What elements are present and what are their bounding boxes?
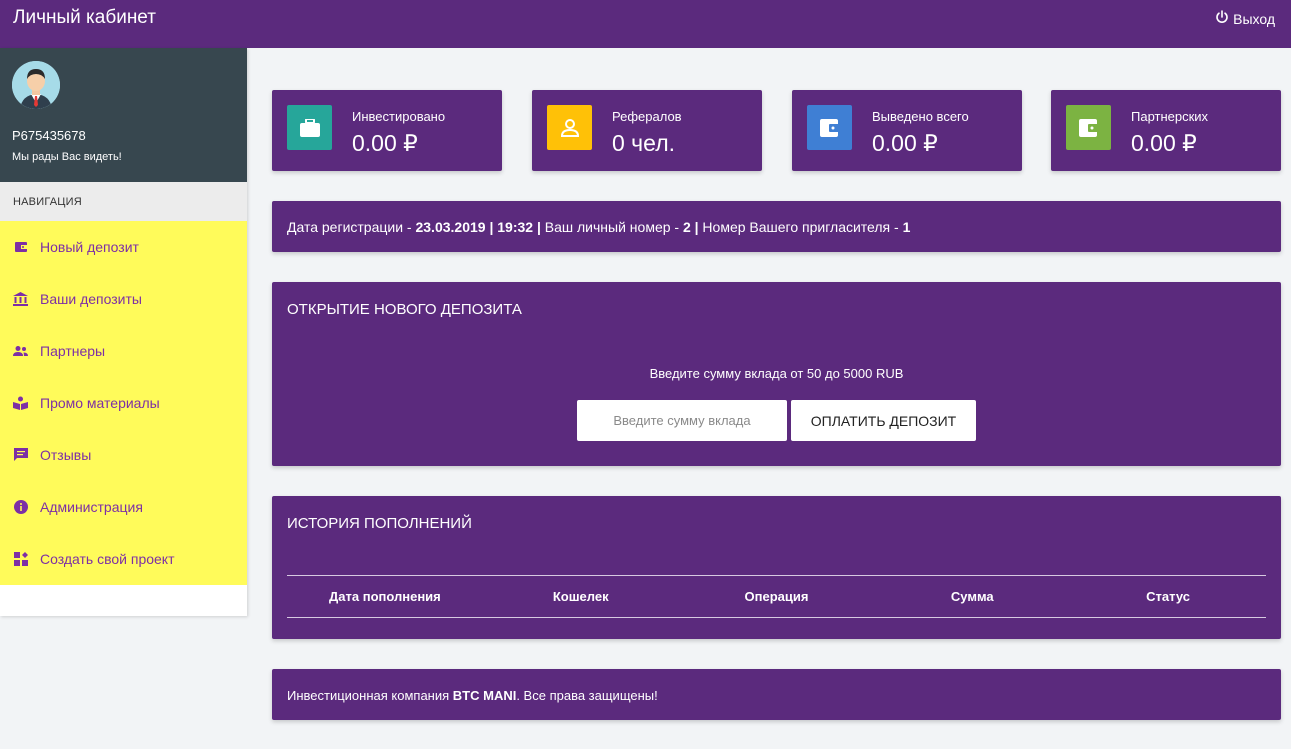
inviter-number-value: 1 — [902, 219, 911, 235]
deposit-hint: Введите сумму вклада от 50 до 5000 RUB — [649, 366, 904, 381]
footer-prefix: Инвестиционная компания — [287, 688, 453, 703]
widgets-icon — [13, 552, 28, 567]
sidebar: P675435678 Мы рады Вас видеть! НАВИГАЦИЯ… — [0, 48, 247, 616]
stat-card-withdrawn: Выведено всего 0.00 ₽ — [792, 90, 1022, 171]
stat-value: 0.00 ₽ — [352, 130, 418, 156]
chat-icon — [13, 448, 28, 463]
person-icon — [547, 105, 592, 150]
sidebar-item-label: Создать свой проект — [40, 551, 175, 567]
stat-card-referrals: Рефералов 0 чел. — [532, 90, 762, 171]
stat-label: Рефералов — [612, 109, 682, 124]
registration-info: Дата регистрации - 23.03.2019 | 19:32 | … — [272, 201, 1281, 252]
sidebar-item-label: Промо материалы — [40, 395, 160, 411]
personal-number-value: 2 | — [682, 219, 699, 235]
footer: Инвестиционная компания BTC MANI. Все пр… — [272, 669, 1281, 720]
deposit-history-card: ИСТОРИЯ ПОПОЛНЕНИЙ Дата пополнения Кошел… — [272, 496, 1281, 639]
personal-number-label: Ваш личный номер - — [540, 219, 683, 235]
stat-value: 0.00 ₽ — [872, 130, 938, 156]
page-title: Личный кабинет — [13, 7, 156, 28]
people-icon — [13, 344, 28, 359]
column-header: Операция — [744, 589, 809, 604]
stat-value: 0 чел. — [612, 130, 676, 156]
column-header: Статус — [1146, 589, 1190, 604]
nav-heading: НАВИГАЦИЯ — [0, 182, 247, 221]
sidebar-item-new-deposit[interactable]: Новый депозит — [0, 221, 247, 273]
sidebar-item-your-deposits[interactable]: Ваши депозиты — [0, 273, 247, 325]
reg-date-label: Дата регистрации - — [287, 219, 416, 235]
wallet-icon — [807, 105, 852, 150]
sidebar-item-label: Ваши депозиты — [40, 291, 142, 307]
stat-label: Инвестировано — [352, 109, 446, 124]
pay-deposit-button[interactable]: ОПЛАТИТЬ ДЕПОЗИТ — [791, 400, 976, 441]
column-header: Кошелек — [552, 589, 609, 604]
history-table-header: Дата пополнения Кошелек Операция Сумма С… — [287, 575, 1266, 618]
info-icon — [13, 500, 28, 515]
welcome-text: Мы рады Вас видеть! — [12, 151, 122, 163]
column-header: Дата пополнения — [329, 589, 441, 604]
card-title: ОТКРЫТИЕ НОВОГО ДЕПОЗИТА — [287, 301, 522, 318]
reg-date-value: 23.03.2019 | 19:32 | — [415, 219, 541, 235]
wallet-icon — [13, 240, 28, 255]
wallet-icon — [1066, 105, 1111, 150]
bank-icon — [13, 292, 28, 307]
inviter-number-label: Номер Вашего пригласителя - — [698, 219, 903, 235]
card-title: ИСТОРИЯ ПОПОЛНЕНИЙ — [287, 515, 472, 532]
new-deposit-card: ОТКРЫТИЕ НОВОГО ДЕПОЗИТА Введите сумму в… — [272, 282, 1281, 466]
stat-label: Партнерских — [1131, 109, 1209, 124]
logout-label: Выход — [1233, 10, 1275, 27]
sidebar-item-administration[interactable]: Администрация — [0, 481, 247, 533]
sidebar-item-label: Администрация — [40, 499, 143, 515]
sidebar-item-label: Партнеры — [40, 343, 106, 359]
stat-card-invested: Инвестировано 0.00 ₽ — [272, 90, 502, 171]
sidebar-item-partners[interactable]: Партнеры — [0, 325, 247, 377]
sidebar-item-reviews[interactable]: Отзывы — [0, 429, 247, 481]
book-icon — [13, 396, 28, 411]
logout-button[interactable]: Выход — [1215, 10, 1275, 27]
sidebar-item-label: Отзывы — [40, 447, 92, 463]
deposit-amount-input[interactable] — [577, 400, 787, 441]
avatar — [12, 61, 60, 109]
sidebar-nav: Новый депозит Ваши депозиты Партнеры Про… — [0, 221, 247, 585]
footer-suffix: . Все права защищены! — [516, 688, 658, 703]
stat-card-partner: Партнерских 0.00 ₽ — [1051, 90, 1281, 171]
stat-label: Выведено всего — [872, 109, 969, 124]
top-bar: Личный кабинет Выход — [0, 0, 1291, 48]
sidebar-item-create-project[interactable]: Создать свой проект — [0, 533, 247, 585]
briefcase-icon — [287, 105, 332, 150]
profile-panel: P675435678 Мы рады Вас видеть! — [0, 48, 247, 182]
column-header: Сумма — [950, 589, 994, 604]
footer-company: BTC MANI — [452, 688, 517, 703]
stat-value: 0.00 ₽ — [1131, 130, 1197, 156]
power-icon — [1215, 10, 1229, 27]
user-id: P675435678 — [12, 128, 86, 143]
sidebar-item-label: Новый депозит — [40, 239, 139, 255]
sidebar-item-promo[interactable]: Промо материалы — [0, 377, 247, 429]
